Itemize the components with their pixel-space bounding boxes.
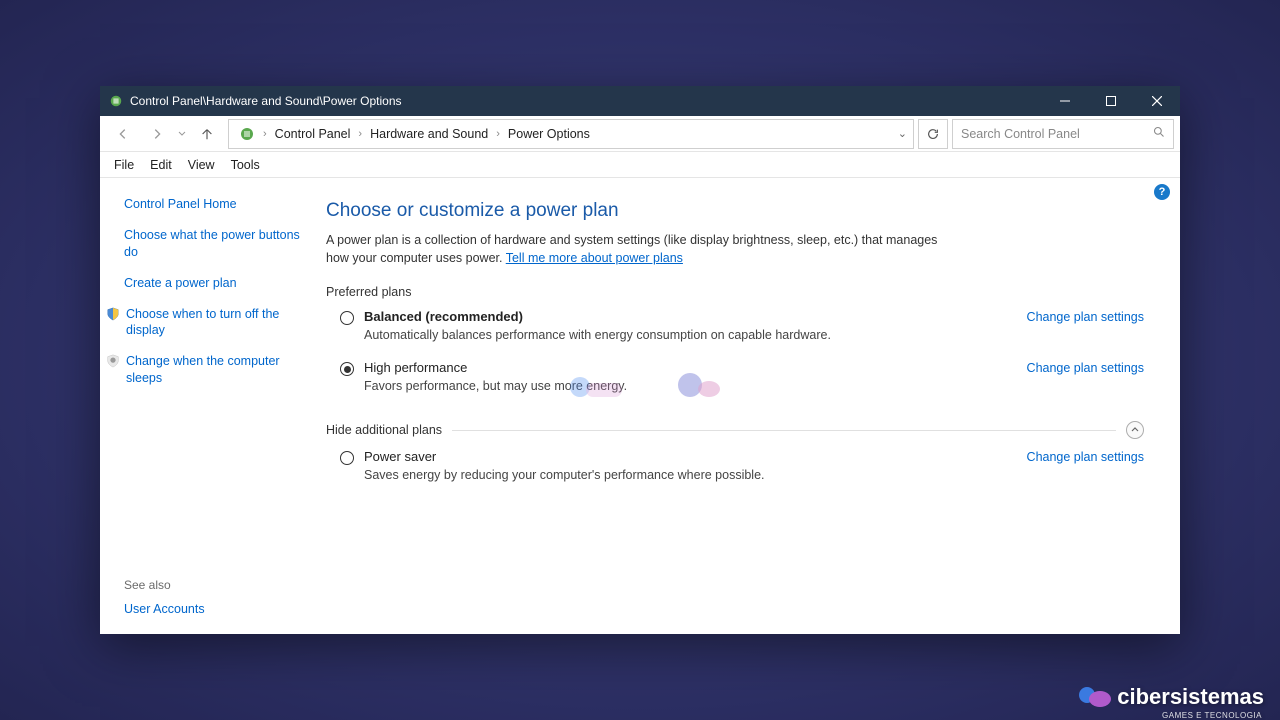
help-icon[interactable]: ? [1154,184,1170,200]
preferred-plans-label: Preferred plans [326,285,1144,299]
plan-high-performance: High performance Change plan settings Fa… [326,360,1144,411]
plan-saver-name[interactable]: Power saver [364,449,436,464]
change-settings-saver[interactable]: Change plan settings [1007,450,1144,464]
watermark-logo: cibersistemas GAMES E TECNOLOGIA [1079,684,1264,710]
control-panel-window: Control Panel\Hardware and Sound\Power O… [100,86,1180,634]
app-icon [108,93,124,109]
watermark-subtext: GAMES E TECNOLOGIA [1162,711,1262,720]
plan-balanced-desc: Automatically balances performance with … [364,328,1144,342]
page-heading: Choose or customize a power plan [326,200,1144,222]
recent-dropdown[interactable] [174,120,190,148]
breadcrumb-power-options[interactable]: Power Options [502,120,596,148]
sidebar-item-label: Choose when to turn off the display [126,306,316,340]
window-controls [1042,86,1180,116]
forward-button[interactable] [140,120,174,148]
search-box[interactable] [952,119,1174,149]
learn-more-link[interactable]: Tell me more about power plans [506,251,683,265]
change-settings-high[interactable]: Change plan settings [1007,361,1144,375]
collapse-icon[interactable] [1126,421,1144,439]
see-also-heading: See also [124,578,316,592]
search-input[interactable] [961,127,1149,141]
watermark-blob-icon [1079,685,1111,709]
main-content: Choose or customize a power plan A power… [326,178,1180,634]
additional-plans-label[interactable]: Hide additional plans [326,421,1144,439]
chevron-right-icon: › [261,128,269,140]
sidebar-power-buttons[interactable]: Choose what the power buttons do [124,227,316,261]
minimize-button[interactable] [1042,86,1088,116]
maximize-button[interactable] [1088,86,1134,116]
menu-bar: File Edit View Tools [100,152,1180,178]
watermark-text: cibersistemas [1117,684,1264,710]
plan-power-saver: Power saver Change plan settings Saves e… [326,449,1144,500]
radio-balanced[interactable] [340,311,354,325]
plan-high-name[interactable]: High performance [364,360,467,375]
back-button[interactable] [106,120,140,148]
page-description: A power plan is a collection of hardware… [326,232,946,267]
sidebar-item-label: Change when the computer sleeps [126,353,316,387]
radio-power-saver[interactable] [340,451,354,465]
breadcrumb-dropdown-icon[interactable]: ⌄ [898,127,907,140]
plan-balanced: Balanced (recommended) Change plan setti… [326,309,1144,360]
plan-balanced-name[interactable]: Balanced (recommended) [364,309,523,324]
breadcrumb-hardware-sound[interactable]: Hardware and Sound [364,120,494,148]
sidebar-create-plan[interactable]: Create a power plan [124,275,316,292]
refresh-button[interactable] [918,119,948,149]
preferred-plans-text: Preferred plans [326,285,411,299]
shield-icon [106,307,120,321]
radio-high-performance[interactable] [340,362,354,376]
control-panel-icon [237,124,257,144]
plan-saver-desc: Saves energy by reducing your computer's… [364,468,1144,482]
chevron-right-icon: › [356,128,364,140]
sidebar-turn-off-display[interactable]: Choose when to turn off the display [106,306,316,340]
up-button[interactable] [190,120,224,148]
menu-view[interactable]: View [180,155,223,175]
sidebar: Control Panel Home Choose what the power… [100,178,326,634]
breadcrumb-box[interactable]: › Control Panel › Hardware and Sound › P… [228,119,914,149]
window-title: Control Panel\Hardware and Sound\Power O… [130,94,1042,108]
breadcrumb-control-panel[interactable]: Control Panel [269,120,357,148]
search-icon [1153,126,1165,141]
plan-high-desc: Favors performance, but may use more ene… [364,379,1144,393]
title-bar: Control Panel\Hardware and Sound\Power O… [100,86,1180,116]
change-settings-balanced[interactable]: Change plan settings [1007,310,1144,324]
see-also-user-accounts[interactable]: User Accounts [124,602,316,616]
address-bar: › Control Panel › Hardware and Sound › P… [100,116,1180,152]
chevron-right-icon: › [494,128,502,140]
menu-file[interactable]: File [106,155,142,175]
sidebar-computer-sleeps[interactable]: Change when the computer sleeps [106,353,316,387]
sidebar-home[interactable]: Control Panel Home [124,196,316,213]
additional-plans-text: Hide additional plans [326,423,442,437]
menu-edit[interactable]: Edit [142,155,180,175]
divider [452,430,1116,431]
menu-tools[interactable]: Tools [223,155,268,175]
close-button[interactable] [1134,86,1180,116]
shield-icon [106,354,120,368]
body: ? Control Panel Home Choose what the pow… [100,178,1180,634]
